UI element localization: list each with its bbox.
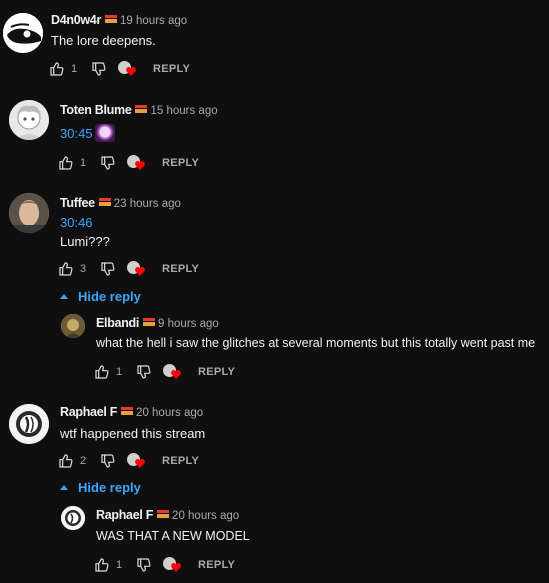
avatar-image bbox=[9, 193, 49, 233]
heart-icon bbox=[126, 67, 136, 76]
dislike-icon[interactable] bbox=[100, 155, 116, 171]
member-badge-icon bbox=[98, 198, 111, 206]
comment-time[interactable]: 19 hours ago bbox=[120, 15, 187, 27]
timestamp-link-text[interactable]: 30:46 bbox=[60, 215, 93, 230]
heart-icon bbox=[135, 267, 145, 276]
avatar[interactable] bbox=[61, 314, 85, 338]
creator-heart[interactable] bbox=[124, 259, 160, 279]
like-count: 1 bbox=[116, 559, 123, 571]
avatar-image bbox=[61, 314, 85, 338]
like-icon[interactable] bbox=[58, 261, 74, 277]
comment-author[interactable]: Tuffee bbox=[60, 196, 95, 210]
reply-button[interactable]: REPLY bbox=[162, 263, 199, 275]
creator-heart[interactable] bbox=[115, 59, 151, 79]
reply-button[interactable]: REPLY bbox=[162, 455, 199, 467]
timestamp-link[interactable]: 30:46 bbox=[60, 215, 93, 230]
chevron-up-icon bbox=[60, 485, 68, 490]
member-badge-icon bbox=[105, 15, 118, 23]
avatar[interactable] bbox=[61, 506, 85, 530]
heart-icon bbox=[135, 459, 145, 468]
emote-icon bbox=[94, 124, 115, 142]
comment-text: WAS THAT A NEW MODEL bbox=[96, 529, 250, 543]
comment-author[interactable]: Toten Blume bbox=[60, 103, 132, 117]
reply-button[interactable]: REPLY bbox=[198, 559, 235, 571]
creator-heart[interactable] bbox=[124, 451, 160, 471]
comment-time[interactable]: 9 hours ago bbox=[158, 318, 219, 330]
hide-replies-button[interactable]: Hide reply bbox=[60, 480, 141, 495]
hide-replies-button[interactable]: Hide reply bbox=[60, 289, 141, 304]
comment-author[interactable]: Elbandi bbox=[96, 316, 139, 330]
like-count: 1 bbox=[71, 63, 78, 75]
avatar-image bbox=[9, 404, 49, 444]
reply-button[interactable]: REPLY bbox=[153, 63, 190, 75]
dislike-icon[interactable] bbox=[91, 61, 107, 77]
comment-text: Lumi??? bbox=[60, 234, 110, 249]
timestamp-link[interactable]: 30:45 bbox=[60, 126, 93, 141]
comment-author[interactable]: D4n0w4r bbox=[51, 13, 101, 27]
chevron-up-icon bbox=[60, 294, 68, 299]
like-icon[interactable] bbox=[94, 364, 110, 380]
reply-button[interactable]: REPLY bbox=[162, 157, 199, 169]
reply-button[interactable]: REPLY bbox=[198, 366, 235, 378]
like-count: 1 bbox=[80, 157, 87, 169]
like-icon[interactable] bbox=[58, 155, 74, 171]
avatar-image bbox=[9, 100, 49, 140]
member-badge-icon bbox=[121, 407, 134, 415]
member-badge-icon bbox=[135, 105, 148, 113]
dislike-icon[interactable] bbox=[100, 261, 116, 277]
hide-reply-label: Hide reply bbox=[78, 480, 141, 495]
dislike-icon[interactable] bbox=[136, 364, 152, 380]
comment-text: The lore deepens. bbox=[51, 33, 156, 48]
avatar-image bbox=[3, 13, 43, 53]
like-icon[interactable] bbox=[49, 61, 65, 77]
dislike-icon[interactable] bbox=[136, 557, 152, 573]
avatar[interactable] bbox=[9, 404, 49, 444]
creator-heart[interactable] bbox=[160, 555, 196, 575]
dislike-icon[interactable] bbox=[100, 453, 116, 469]
comment-time[interactable]: 15 hours ago bbox=[150, 105, 217, 117]
comment-text: wtf happened this stream bbox=[60, 426, 206, 441]
like-count: 3 bbox=[80, 263, 87, 275]
member-badge-icon bbox=[143, 318, 156, 326]
like-count: 2 bbox=[80, 455, 87, 467]
member-badge-icon bbox=[157, 510, 170, 518]
hide-reply-label: Hide reply bbox=[78, 289, 141, 304]
like-icon[interactable] bbox=[58, 453, 74, 469]
creator-heart[interactable] bbox=[124, 153, 160, 173]
comment-time[interactable]: 20 hours ago bbox=[136, 407, 203, 419]
avatar-image bbox=[61, 506, 85, 530]
comment-author[interactable]: Raphael F bbox=[96, 508, 153, 522]
avatar[interactable] bbox=[9, 100, 49, 140]
comment-time[interactable]: 23 hours ago bbox=[114, 198, 181, 210]
heart-icon bbox=[135, 161, 145, 170]
avatar[interactable] bbox=[3, 13, 43, 53]
heart-icon bbox=[171, 370, 181, 379]
like-icon[interactable] bbox=[94, 557, 110, 573]
avatar[interactable] bbox=[9, 193, 49, 233]
like-count: 1 bbox=[116, 366, 123, 378]
comment-time[interactable]: 20 hours ago bbox=[172, 510, 239, 522]
comment-text: what the hell i saw the glitches at seve… bbox=[96, 336, 536, 350]
comment-author[interactable]: Raphael F bbox=[60, 405, 117, 419]
heart-icon bbox=[171, 563, 181, 572]
creator-heart[interactable] bbox=[160, 362, 196, 382]
